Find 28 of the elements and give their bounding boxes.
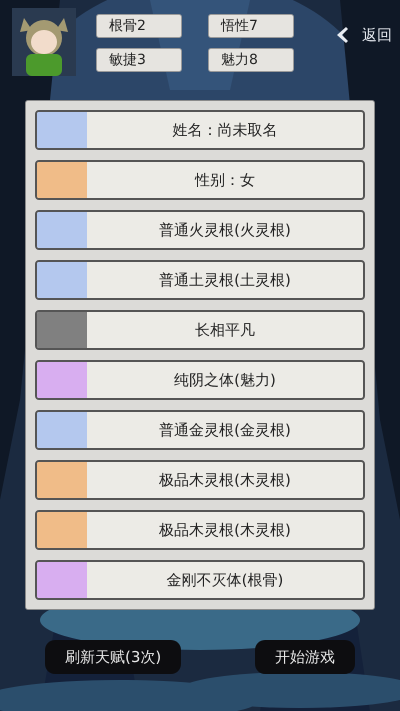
talent-label: 性别：女 xyxy=(194,170,256,191)
back-button[interactable]: 返回 xyxy=(334,24,392,46)
talent-card[interactable]: 极品木灵根(木灵根) xyxy=(35,510,365,550)
talent-card[interactable]: 长相平凡 xyxy=(35,310,365,350)
talent-card[interactable]: 姓名：尚未取名 xyxy=(35,110,365,150)
talent-card[interactable]: 纯阴之体(魅力) xyxy=(35,360,365,400)
talent-card[interactable]: 金刚不灭体(根骨) xyxy=(35,560,365,600)
brush-button[interactable]: 开始游戏 xyxy=(255,640,355,674)
talent-label: 极品木灵根(木灵根) xyxy=(158,520,292,541)
talent-label: 纯阴之体(魅力) xyxy=(173,370,277,391)
talent-card[interactable]: 普通火灵根(火灵根) xyxy=(35,210,365,250)
brush-button[interactable]: 刷新天赋(3次) xyxy=(45,640,182,674)
talent-label: 极品木灵根(木灵根) xyxy=(158,470,292,491)
talent-card[interactable]: 极品木灵根(木灵根) xyxy=(35,460,365,500)
avatar-drawing xyxy=(12,8,76,76)
talent-card[interactable]: 普通土灵根(土灵根) xyxy=(35,260,365,300)
talent-label: 普通土灵根(土灵根) xyxy=(158,270,292,291)
talent-label: 金刚不灭体(根骨) xyxy=(166,570,284,591)
stat-label: 魅力8 xyxy=(208,48,294,72)
talent-card[interactable]: 性别：女 xyxy=(35,160,365,200)
stat-label: 根骨2 xyxy=(96,14,182,38)
talent-label: 普通火灵根(火灵根) xyxy=(158,220,292,241)
talent-label: 普通金灵根(金灵根) xyxy=(158,420,292,441)
stat-label: 悟性7 xyxy=(208,14,294,38)
talent-label: 长相平凡 xyxy=(194,320,256,341)
talent-card[interactable]: 普通金灵根(金灵根) xyxy=(35,410,365,450)
talent-label: 姓名：尚未取名 xyxy=(172,120,278,141)
stat-label: 敏捷3 xyxy=(96,48,182,72)
